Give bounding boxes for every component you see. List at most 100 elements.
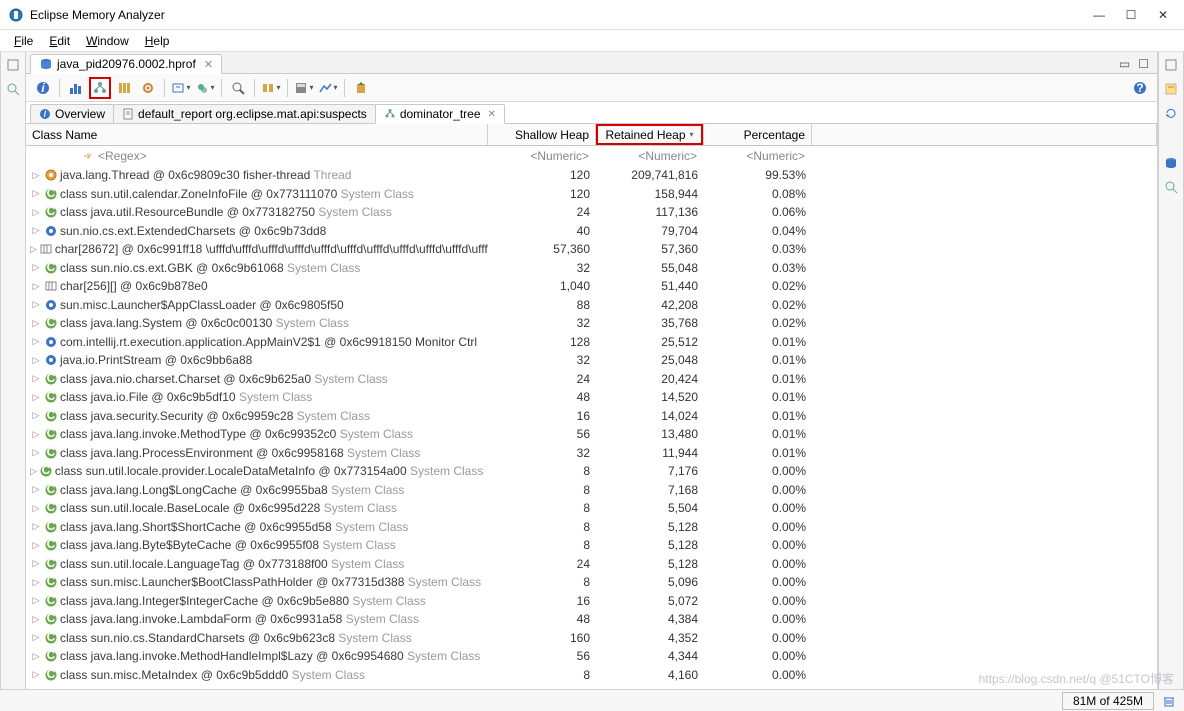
export-icon[interactable] bbox=[350, 77, 372, 99]
expand-icon[interactable]: ▷ bbox=[30, 355, 42, 366]
table-row[interactable]: ▷java.io.PrintStream @ 0x6c9bb6a883225,0… bbox=[26, 351, 1157, 370]
table-row[interactable]: ▷Cclass sun.misc.MetaIndex @ 0x6c9b5ddd0… bbox=[26, 666, 1157, 685]
expand-icon[interactable]: ▷ bbox=[30, 577, 42, 588]
expand-icon[interactable]: ▷ bbox=[30, 170, 42, 181]
menu-help[interactable]: Help bbox=[139, 32, 176, 50]
query-icon[interactable] bbox=[194, 77, 216, 99]
table-row[interactable]: ▷Cclass java.util.ResourceBundle @ 0x773… bbox=[26, 203, 1157, 222]
expand-icon[interactable]: ▷ bbox=[30, 540, 42, 551]
expand-icon[interactable]: ▷ bbox=[30, 614, 42, 625]
db-icon[interactable] bbox=[1162, 154, 1180, 172]
table-row[interactable]: ▷Cclass java.lang.invoke.MethodType @ 0x… bbox=[26, 425, 1157, 444]
expand-icon[interactable]: ▷ bbox=[30, 632, 42, 643]
expand-icon[interactable]: ▷ bbox=[30, 207, 42, 218]
expand-icon[interactable]: ▷ bbox=[30, 429, 42, 440]
table-row[interactable]: ▷char[256][] @ 0x6c9b878e01,04051,4400.0… bbox=[26, 277, 1157, 296]
table-row[interactable]: ▷char[28672] @ 0x6c991ff18 \ufffd\ufffd\… bbox=[26, 240, 1157, 259]
filter-pct[interactable]: <Numeric> bbox=[746, 149, 805, 163]
table-row[interactable]: ▷sun.nio.cs.ext.ExtendedCharsets @ 0x6c9… bbox=[26, 222, 1157, 241]
expand-icon[interactable]: ▷ bbox=[30, 410, 42, 421]
notes-icon[interactable] bbox=[1162, 80, 1180, 98]
expand-icon[interactable]: ▷ bbox=[30, 521, 42, 532]
filter-retained[interactable]: <Numeric> bbox=[638, 149, 697, 163]
table-row[interactable]: ▷Cclass java.lang.Integer$IntegerCache @… bbox=[26, 592, 1157, 611]
expand-icon[interactable]: ▷ bbox=[30, 244, 37, 255]
calculator-icon[interactable] bbox=[293, 77, 315, 99]
table-row[interactable]: ▷Cclass sun.misc.Launcher$BootClassPathH… bbox=[26, 573, 1157, 592]
filter-regex[interactable]: <Regex> bbox=[98, 149, 147, 163]
histogram-icon[interactable] bbox=[65, 77, 87, 99]
expand-icon[interactable]: ▷ bbox=[30, 336, 42, 347]
info-icon[interactable]: i bbox=[32, 77, 54, 99]
expand-icon[interactable]: ▷ bbox=[30, 318, 42, 329]
expand-icon[interactable]: ▷ bbox=[30, 188, 42, 199]
table-row[interactable]: ▷Cclass sun.util.locale.LanguageTag @ 0x… bbox=[26, 555, 1157, 574]
close-inner-tab-icon[interactable]: ✕ bbox=[488, 109, 496, 120]
expand-icon[interactable]: ▷ bbox=[30, 503, 42, 514]
expand-icon[interactable]: ▷ bbox=[30, 484, 42, 495]
table-row[interactable]: ▷Cclass java.io.File @ 0x6c9b5df10 Syste… bbox=[26, 388, 1157, 407]
expand-icon[interactable]: ▷ bbox=[30, 299, 42, 310]
table-row[interactable]: ▷com.intellij.rt.execution.application.A… bbox=[26, 333, 1157, 352]
tab-default-report[interactable]: default_report org.eclipse.mat.api:suspe… bbox=[113, 104, 376, 123]
table-row[interactable]: ▷Cclass java.lang.System @ 0x6c0c00130 S… bbox=[26, 314, 1157, 333]
table-row[interactable]: ▷Cclass java.lang.Byte$ByteCache @ 0x6c9… bbox=[26, 536, 1157, 555]
table-row[interactable]: ▷Cclass sun.util.locale.BaseLocale @ 0x6… bbox=[26, 499, 1157, 518]
compare-icon[interactable] bbox=[317, 77, 339, 99]
inspector-icon[interactable] bbox=[4, 80, 22, 98]
expand-icon[interactable]: ▷ bbox=[30, 651, 42, 662]
table-row[interactable]: ▷Cclass sun.nio.cs.ext.GBK @ 0x6c9b61068… bbox=[26, 259, 1157, 278]
nav-history-icon[interactable] bbox=[1162, 104, 1180, 122]
maximize-button[interactable]: ☐ bbox=[1124, 8, 1138, 22]
close-button[interactable]: ✕ bbox=[1156, 8, 1170, 22]
table-row[interactable]: ▷Cclass sun.nio.cs.StandardCharsets @ 0x… bbox=[26, 629, 1157, 648]
memory-indicator[interactable]: 81M of 425M bbox=[1062, 692, 1154, 710]
table-row[interactable]: ▷sun.misc.Launcher$AppClassLoader @ 0x6c… bbox=[26, 296, 1157, 315]
gear-icon[interactable] bbox=[137, 77, 159, 99]
search-icon[interactable] bbox=[227, 77, 249, 99]
table-row[interactable]: ▷java.lang.Thread @ 0x6c9809c30 fisher-t… bbox=[26, 166, 1157, 185]
minimize-view-icon[interactable]: ▭ bbox=[1115, 55, 1134, 73]
help-icon[interactable]: ? bbox=[1129, 77, 1151, 99]
expand-icon[interactable]: ▷ bbox=[30, 447, 42, 458]
tab-overview[interactable]: i Overview bbox=[30, 104, 114, 123]
expand-icon[interactable]: ▷ bbox=[30, 225, 42, 236]
group-icon[interactable] bbox=[260, 77, 282, 99]
threads-icon[interactable] bbox=[113, 77, 135, 99]
menu-file[interactable]: File bbox=[8, 32, 39, 50]
expand-icon[interactable]: ▷ bbox=[30, 558, 42, 569]
dominator-tree-button[interactable] bbox=[89, 77, 111, 99]
expand-icon[interactable]: ▷ bbox=[30, 466, 37, 477]
maximize-view-icon[interactable]: ☐ bbox=[1134, 55, 1153, 73]
expand-icon[interactable]: ▷ bbox=[30, 392, 42, 403]
menu-window[interactable]: Window bbox=[80, 32, 135, 50]
restore-right-icon[interactable] bbox=[1162, 56, 1180, 74]
gc-trash-icon[interactable] bbox=[1162, 694, 1176, 708]
filter-shallow[interactable]: <Numeric> bbox=[530, 149, 589, 163]
table-row[interactable]: ▷Cclass java.lang.invoke.MethodHandleImp… bbox=[26, 647, 1157, 666]
oql-icon[interactable] bbox=[170, 77, 192, 99]
expand-icon[interactable]: ▷ bbox=[30, 595, 42, 606]
table-row[interactable]: ▷Cclass sun.util.locale.provider.LocaleD… bbox=[26, 462, 1157, 481]
table-row[interactable]: ▷Cclass java.nio.charset.Charset @ 0x6c9… bbox=[26, 370, 1157, 389]
minimize-button[interactable]: — bbox=[1092, 8, 1106, 22]
col-retained-heap[interactable]: Retained Heap▾ bbox=[596, 124, 704, 145]
expand-icon[interactable]: ▷ bbox=[30, 281, 42, 292]
table-row[interactable]: ▷Cclass java.lang.Short$ShortCache @ 0x6… bbox=[26, 518, 1157, 537]
table-row[interactable]: ▷Cclass java.security.Security @ 0x6c995… bbox=[26, 407, 1157, 426]
table-row[interactable]: ▷Cclass java.lang.Long$LongCache @ 0x6c9… bbox=[26, 481, 1157, 500]
expand-icon[interactable]: ▷ bbox=[30, 262, 42, 273]
expand-icon[interactable]: ▷ bbox=[30, 669, 42, 680]
col-shallow-heap[interactable]: Shallow Heap bbox=[488, 124, 596, 145]
tab-dominator-tree[interactable]: dominator_tree ✕ bbox=[375, 104, 505, 124]
menu-edit[interactable]: Edit bbox=[43, 32, 76, 50]
col-class-name[interactable]: Class Name bbox=[26, 124, 488, 145]
expand-icon[interactable]: ▷ bbox=[30, 373, 42, 384]
col-percentage[interactable]: Percentage bbox=[704, 124, 812, 145]
table-row[interactable]: ▷Cclass java.lang.ProcessEnvironment @ 0… bbox=[26, 444, 1157, 463]
inspector-right-icon[interactable] bbox=[1162, 178, 1180, 196]
close-tab-icon[interactable]: ✕ bbox=[204, 58, 213, 71]
table-row[interactable]: ▷Cclass sun.util.calendar.ZoneInfoFile @… bbox=[26, 185, 1157, 204]
table-row[interactable]: ▷Cclass java.lang.invoke.LambdaForm @ 0x… bbox=[26, 610, 1157, 629]
restore-icon[interactable] bbox=[4, 56, 22, 74]
